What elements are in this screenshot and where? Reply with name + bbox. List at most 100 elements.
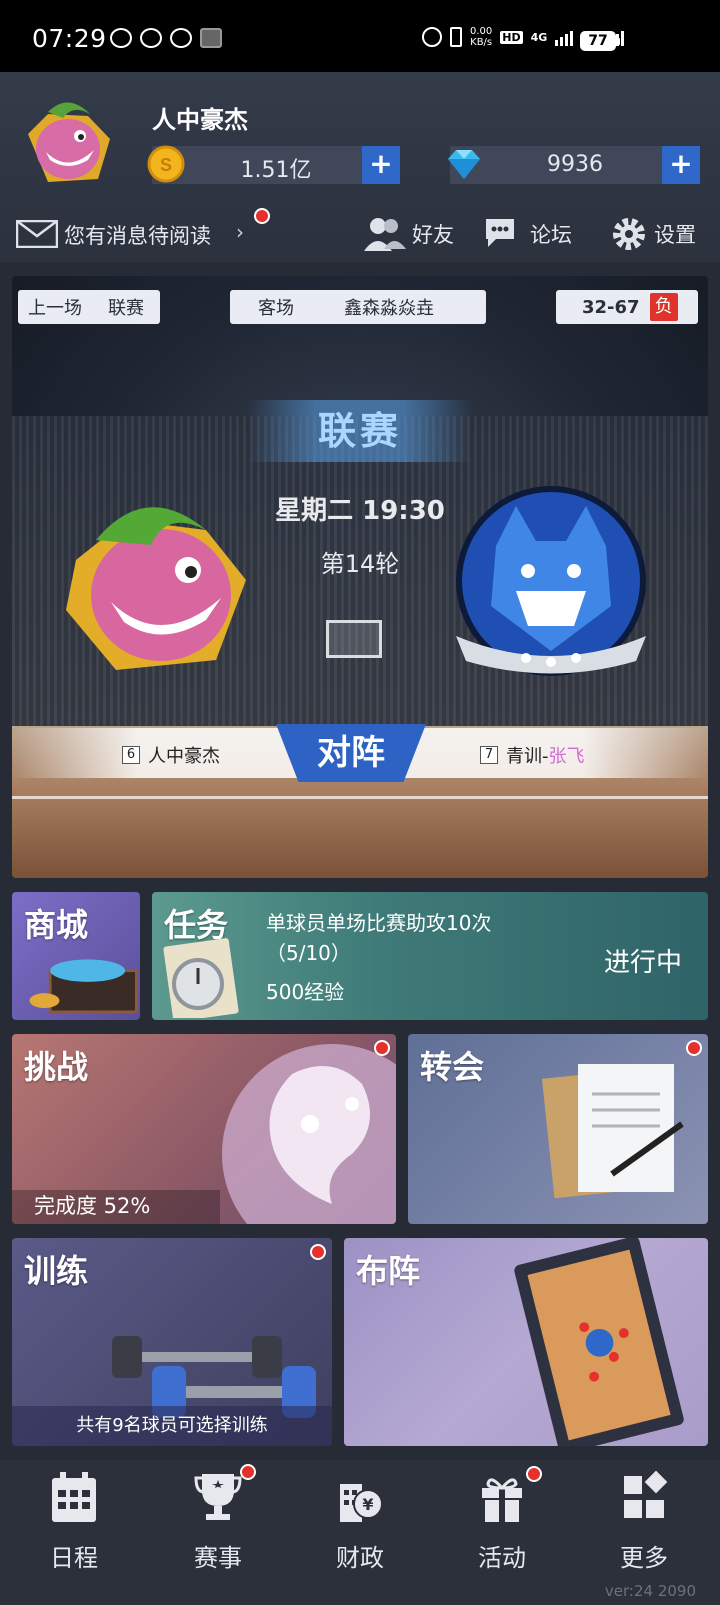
hd-icon: HD [500,30,523,44]
last-game-pill[interactable]: 上一场 联赛 [18,290,160,324]
vibrate-icon [450,27,463,47]
gem-balance: 9936 + [448,146,700,184]
header-links: 您有消息待阅读 › 好友 论坛 设置 [0,208,720,254]
treasure-chest-icon [29,959,138,1014]
away-team: 7 青训- 张飞 [480,742,585,768]
diamond-icon [448,150,480,179]
nav-events[interactable]: 活动 [442,1460,562,1590]
away-team-name: 张飞 [548,746,585,767]
nav-competition-label: 赛事 [194,1544,242,1572]
forum-link[interactable]: 论坛 [484,214,572,254]
home-rank: 6 [122,746,140,764]
nav-more[interactable]: 更多 [584,1460,704,1590]
app-notification-icon [140,28,162,48]
nav-more-label: 更多 [620,1544,668,1572]
message-link[interactable]: 您有消息待阅读 [64,220,211,250]
forum-label: 论坛 [530,223,572,247]
transfer-tile[interactable]: 转会 [408,1034,708,1224]
challenge-title: 挑战 [24,1048,89,1086]
more-icon [624,1470,668,1518]
svg-text:¥: ¥ [362,1495,373,1514]
add-gems-button[interactable]: + [662,146,700,184]
globe-icon [222,1044,396,1224]
next-match-card[interactable]: 上一场 联赛 客场 鑫森淼焱垚 32-67 负 联赛 星期二 19:30 第14… [12,276,708,878]
battery-icon: 77 [580,31,620,51]
calendar-icon [52,1472,96,1522]
settings-link[interactable]: 设置 [610,214,696,254]
gift-icon [482,1478,522,1522]
clock: 07:29 [32,24,107,53]
challenge-tile[interactable]: 挑战 完成度 52% [12,1034,396,1224]
alarm-icon [422,27,443,47]
nav-competition[interactable]: 赛事 [158,1460,278,1590]
home-team: 6 人中豪杰 [122,742,220,768]
nav-finance-label: 财政 [336,1544,384,1572]
svg-text:S: S [160,155,172,175]
formation-tile[interactable]: 布阵 [344,1238,708,1446]
chevron-right-icon[interactable]: › [236,220,244,244]
nav-schedule[interactable]: 日程 [14,1460,134,1590]
away-rank: 7 [480,746,498,764]
nav-schedule-label: 日程 [50,1544,98,1572]
home-team-logo [66,507,246,670]
last-score-pill[interactable]: 32-67 负 [556,290,698,324]
training-tile[interactable]: 训练 共有9名球员可选择训练 [12,1238,332,1446]
version-label: ver:24 2090 [604,1582,696,1600]
challenge-progress: 完成度 52% [34,1194,151,1218]
message-badge [254,208,270,224]
gear-icon [613,218,645,250]
gem-amount: 9936 [547,152,603,177]
signal-icon [555,28,574,46]
home-team-name: 人中豪杰 [148,746,220,767]
mail-icon[interactable] [16,220,58,248]
formation-title: 布阵 [356,1252,421,1290]
last-game-type: 联赛 [108,298,144,319]
status-bar: 07:29 0.00 KB/s HD 4G 4G 77 [0,0,720,72]
basketball-hoop-icon [326,620,382,658]
task-tile[interactable]: 任务 单球员单场比赛助攻10次 （5/10） 500经验 进行中 [152,892,708,1020]
friends-icon [364,218,406,251]
competition-badge [240,1464,256,1480]
training-badge [310,1244,326,1260]
settings-label: 设置 [654,223,696,247]
events-badge [526,1466,542,1482]
training-note: 共有9名球员可选择训练 [12,1406,332,1446]
coin-amount: 1.51亿 [240,158,312,183]
coin-icon: S [147,145,185,183]
task-reward: 500经验 [266,980,345,1004]
away-team-prefix: 青训- [506,746,549,767]
app-notification-icon [110,28,132,48]
shop-title: 商城 [24,906,89,944]
last-game-label: 上一场 [28,298,82,319]
last-opponent-pill[interactable]: 客场 鑫森淼焱垚 [230,290,486,324]
nav-events-label: 活动 [478,1544,526,1572]
stopwatch-icon [163,938,239,1018]
training-title: 训练 [24,1252,89,1290]
task-description: 单球员单场比赛助攻10次 （5/10） [266,911,492,965]
app-notification-icon [200,28,222,48]
notification-icons [110,28,222,48]
friends-label: 好友 [412,223,454,247]
contract-icon [542,1064,684,1199]
coin-balance: S 1.51亿 + [147,145,400,184]
matchup-button[interactable]: 对阵 [276,724,426,782]
tactics-board-icon [514,1238,684,1446]
task-status: 进行中 [603,948,682,978]
last-opponent-name: 鑫森淼焱垚 [344,298,434,319]
network-speed: 0.00 KB/s [470,26,493,48]
finance-icon: ¥ [340,1484,383,1522]
loss-badge: 负 [649,293,678,321]
network-type: 4G [530,30,548,44]
add-coins-button[interactable]: + [362,146,400,184]
nav-finance[interactable]: ¥ 财政 [300,1460,420,1590]
shop-tile[interactable]: 商城 [12,892,140,1020]
team-header: 人中豪杰 S 1.51亿 + 9936 + 您有消息待阅读 › 好友 论坛 设置 [0,72,720,262]
court-line [12,796,708,799]
last-score: 32-67 [582,296,640,318]
challenge-badge [374,1040,390,1056]
venue-label: 客场 [258,298,294,319]
trophy-icon [194,1474,242,1520]
away-team-logo [456,486,646,676]
friends-link[interactable]: 好友 [364,214,454,254]
team-avatar[interactable] [18,94,118,190]
